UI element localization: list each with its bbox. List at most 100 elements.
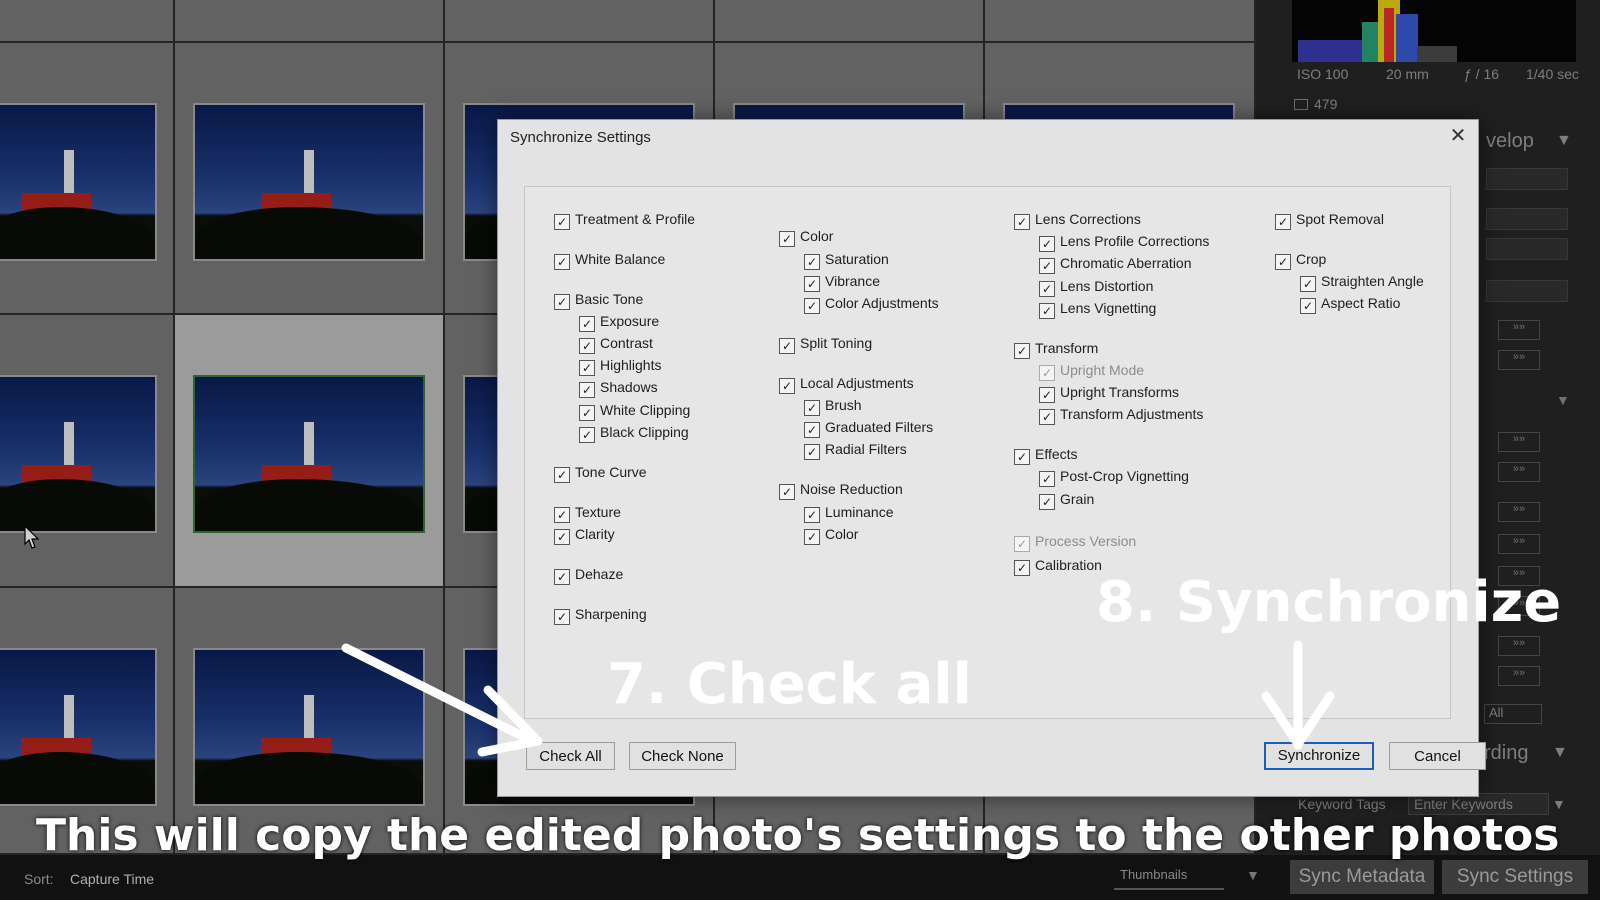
- checkbox-texture[interactable]: ✓ Texture: [554, 503, 621, 523]
- checkmark-icon: ✓: [554, 529, 570, 545]
- checkbox-label: Black Clipping: [600, 424, 689, 440]
- checkbox-vibrance[interactable]: ✓ Vibrance: [804, 272, 880, 292]
- checkbox-label: Color: [825, 526, 859, 542]
- checkmark-icon: ✓: [1014, 343, 1030, 359]
- sync-settings-button[interactable]: Sync Settings: [1442, 860, 1588, 894]
- checkbox-label: Color: [800, 228, 834, 244]
- step-7-annotation: 7. Check all: [607, 652, 972, 717]
- checkmark-icon: ✓: [1039, 281, 1055, 297]
- checkbox-highlights[interactable]: ✓ Highlights: [579, 356, 661, 376]
- checkbox-luminance[interactable]: ✓ Luminance: [804, 503, 894, 523]
- checkbox-graduated-filters[interactable]: ✓ Graduated Filters: [804, 418, 933, 438]
- checkmark-icon: ✓: [1039, 494, 1055, 510]
- checkmark-icon: ✓: [1039, 387, 1055, 403]
- checkbox-label: Vibrance: [825, 273, 881, 289]
- checkbox-straighten-angle[interactable]: ✓ Straighten Angle: [1300, 272, 1424, 292]
- checkbox-crop[interactable]: ✓ Crop: [1275, 250, 1326, 270]
- checkbox-label: Grain: [1060, 491, 1095, 507]
- checkbox-tone-curve[interactable]: ✓ Tone Curve: [554, 463, 647, 483]
- checkmark-icon: ✓: [1039, 471, 1055, 487]
- checkmark-icon: ✓: [804, 298, 820, 314]
- checkbox-lens-distortion[interactable]: ✓ Lens Distortion: [1039, 277, 1153, 297]
- checkmark-icon: ✓: [1039, 409, 1055, 425]
- checkmark-icon: ✓: [804, 444, 820, 460]
- checkmark-icon: ✓: [579, 338, 595, 354]
- checkbox-black-clipping[interactable]: ✓ Black Clipping: [579, 423, 689, 443]
- checkbox-spot-removal[interactable]: ✓ Spot Removal: [1275, 210, 1384, 230]
- checkbox-white-balance[interactable]: ✓ White Balance: [554, 250, 665, 270]
- checkbox-label: Lens Corrections: [1035, 211, 1141, 227]
- checkbox-basic-tone[interactable]: ✓ Basic Tone: [554, 290, 643, 310]
- checkmark-icon: ✓: [1039, 236, 1055, 252]
- checkbox-lens-corrections[interactable]: ✓ Lens Corrections: [1014, 210, 1141, 230]
- checkmark-icon: ✓: [579, 360, 595, 376]
- checkbox-color-adjustments[interactable]: ✓ Color Adjustments: [804, 294, 939, 314]
- chevron-down-icon[interactable]: ▼: [1246, 867, 1260, 883]
- checkbox-radial-filters[interactable]: ✓ Radial Filters: [804, 440, 907, 460]
- checkbox-effects[interactable]: ✓ Effects: [1014, 445, 1078, 465]
- checkbox-lens-profile-corrections[interactable]: ✓ Lens Profile Corrections: [1039, 232, 1209, 252]
- checkbox-chromatic-aberration[interactable]: ✓ Chromatic Aberration: [1039, 254, 1192, 274]
- checkbox-label: Contrast: [600, 335, 653, 351]
- checkbox-shadows[interactable]: ✓ Shadows: [579, 378, 658, 398]
- checkbox-saturation[interactable]: ✓ Saturation: [804, 250, 889, 270]
- checkbox-label: Shadows: [600, 379, 658, 395]
- checkmark-icon: ✓: [554, 507, 570, 523]
- checkbox-label: Calibration: [1035, 557, 1102, 573]
- checkbox-label: Tone Curve: [575, 464, 647, 480]
- checkbox-label: Lens Vignetting: [1060, 300, 1157, 316]
- checkbox-local-adjustments[interactable]: ✓ Local Adjustments: [779, 374, 914, 394]
- checkbox-color[interactable]: ✓ Color: [804, 525, 858, 545]
- checkbox-label: Post-Crop Vignetting: [1060, 468, 1189, 484]
- checkbox-transform[interactable]: ✓ Transform: [1014, 339, 1098, 359]
- checkbox-clarity[interactable]: ✓ Clarity: [554, 525, 615, 545]
- checkbox-calibration[interactable]: ✓ Calibration: [1014, 556, 1102, 576]
- thumbnail-size-slider[interactable]: [1114, 888, 1224, 890]
- checkbox-post-crop-vignetting[interactable]: ✓ Post-Crop Vignetting: [1039, 467, 1189, 487]
- thumbnails-label: Thumbnails: [1120, 867, 1188, 882]
- checkbox-contrast[interactable]: ✓ Contrast: [579, 334, 653, 354]
- checkbox-label: Basic Tone: [575, 291, 644, 307]
- checkmark-icon: ✓: [779, 378, 795, 394]
- checkmark-icon: ✓: [779, 338, 795, 354]
- checkbox-label: Brush: [825, 397, 862, 413]
- checkbox-label: White Balance: [575, 251, 666, 267]
- checkbox-exposure[interactable]: ✓ Exposure: [579, 312, 659, 332]
- checkbox-split-toning[interactable]: ✓ Split Toning: [779, 334, 872, 354]
- sync-metadata-button[interactable]: Sync Metadata: [1290, 860, 1434, 894]
- checkbox-aspect-ratio[interactable]: ✓ Aspect Ratio: [1300, 294, 1400, 314]
- checkbox-grain[interactable]: ✓ Grain: [1039, 490, 1094, 510]
- checkmark-icon: ✓: [1300, 298, 1316, 314]
- checkbox-white-clipping[interactable]: ✓ White Clipping: [579, 401, 690, 421]
- close-icon[interactable]: ✕: [1446, 124, 1470, 148]
- checkbox-label: Color Adjustments: [825, 295, 939, 311]
- sort-select[interactable]: Capture Time: [70, 871, 154, 887]
- dialog-title: Synchronize Settings: [510, 129, 651, 146]
- checkbox-transform-adjustments[interactable]: ✓ Transform Adjustments: [1039, 405, 1203, 425]
- check-none-button[interactable]: Check None: [629, 742, 736, 770]
- check-all-button[interactable]: Check All: [526, 742, 615, 770]
- checkmark-icon: ✓: [1014, 560, 1030, 576]
- checkmark-icon: ✓: [1014, 449, 1030, 465]
- checkbox-label: Saturation: [825, 251, 889, 267]
- checkbox-label: Split Toning: [800, 335, 873, 351]
- checkbox-brush[interactable]: ✓ Brush: [804, 396, 862, 416]
- checkbox-treatment-profile[interactable]: ✓ Treatment & Profile: [554, 210, 695, 230]
- checkbox-dehaze[interactable]: ✓ Dehaze: [554, 565, 623, 585]
- checkmark-icon: ✓: [579, 427, 595, 443]
- checkbox-sharpening[interactable]: ✓ Sharpening: [554, 605, 647, 625]
- checkbox-label: Lens Profile Corrections: [1060, 233, 1210, 249]
- checkbox-label: Exposure: [600, 313, 660, 329]
- checkmark-icon: ✓: [579, 316, 595, 332]
- cancel-button[interactable]: Cancel: [1389, 742, 1486, 770]
- checkbox-upright-transforms[interactable]: ✓ Upright Transforms: [1039, 383, 1179, 403]
- synchronize-button[interactable]: Synchronize: [1264, 742, 1374, 770]
- checkbox-lens-vignetting[interactable]: ✓ Lens Vignetting: [1039, 299, 1156, 319]
- checkbox-color[interactable]: ✓ Color: [779, 227, 833, 247]
- checkbox-label: Lens Distortion: [1060, 278, 1154, 294]
- checkbox-noise-reduction[interactable]: ✓ Noise Reduction: [779, 480, 903, 500]
- checkmark-icon: ✓: [804, 276, 820, 292]
- checkmark-icon: ✓: [579, 382, 595, 398]
- checkmark-icon: ✓: [1039, 303, 1055, 319]
- checkmark-icon: ✓: [579, 405, 595, 421]
